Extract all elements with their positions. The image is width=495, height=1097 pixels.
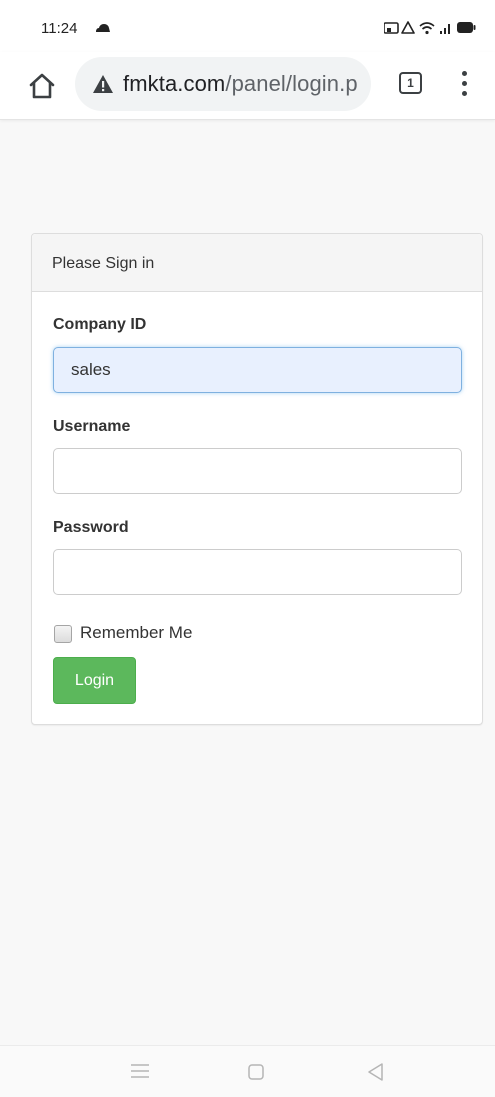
- square-home-icon[interactable]: [248, 1064, 264, 1080]
- username-input[interactable]: [53, 448, 462, 494]
- alarm-icon: [401, 21, 415, 34]
- company-id-input[interactable]: sales: [53, 347, 462, 393]
- tab-switcher-button[interactable]: 1: [399, 72, 422, 94]
- home-icon[interactable]: [25, 69, 59, 103]
- phone-screen: 11:24 fmkta.com/panel/login.p 1 Please S…: [0, 0, 495, 1097]
- back-triangle-icon[interactable]: [366, 1062, 384, 1082]
- remember-me-label[interactable]: Remember Me: [80, 623, 192, 643]
- status-icons: [384, 21, 476, 35]
- login-panel: Please Sign in Company ID sales Username…: [31, 233, 483, 725]
- password-label: Password: [53, 519, 129, 536]
- password-input[interactable]: [53, 549, 462, 595]
- panel-heading: Please Sign in: [32, 234, 482, 292]
- battery-icon: [457, 22, 476, 33]
- overflow-menu-icon[interactable]: [455, 66, 475, 100]
- wifi-icon: [419, 22, 435, 35]
- status-bar: 11:24: [0, 0, 495, 52]
- cast-icon: [384, 22, 399, 34]
- remember-me-checkbox[interactable]: [54, 625, 72, 643]
- not-secure-warning-icon[interactable]: [92, 74, 114, 94]
- company-id-label: Company ID: [53, 316, 147, 333]
- signal-icon: [440, 24, 450, 34]
- url-path: /panel/login.p: [225, 71, 358, 96]
- address-bar[interactable]: fmkta.com/panel/login.p: [75, 57, 371, 111]
- url-domain: fmkta.com: [123, 71, 226, 96]
- url-text: fmkta.com/panel/login.p: [123, 71, 358, 97]
- system-nav-bar: [0, 1045, 495, 1097]
- login-button[interactable]: Login: [53, 657, 136, 704]
- menu-lines-icon[interactable]: [131, 1064, 149, 1078]
- username-label: Username: [53, 418, 131, 435]
- browser-toolbar: fmkta.com/panel/login.p 1: [0, 52, 495, 120]
- status-time: 11:24: [41, 20, 78, 37]
- cloud-icon: [96, 24, 110, 32]
